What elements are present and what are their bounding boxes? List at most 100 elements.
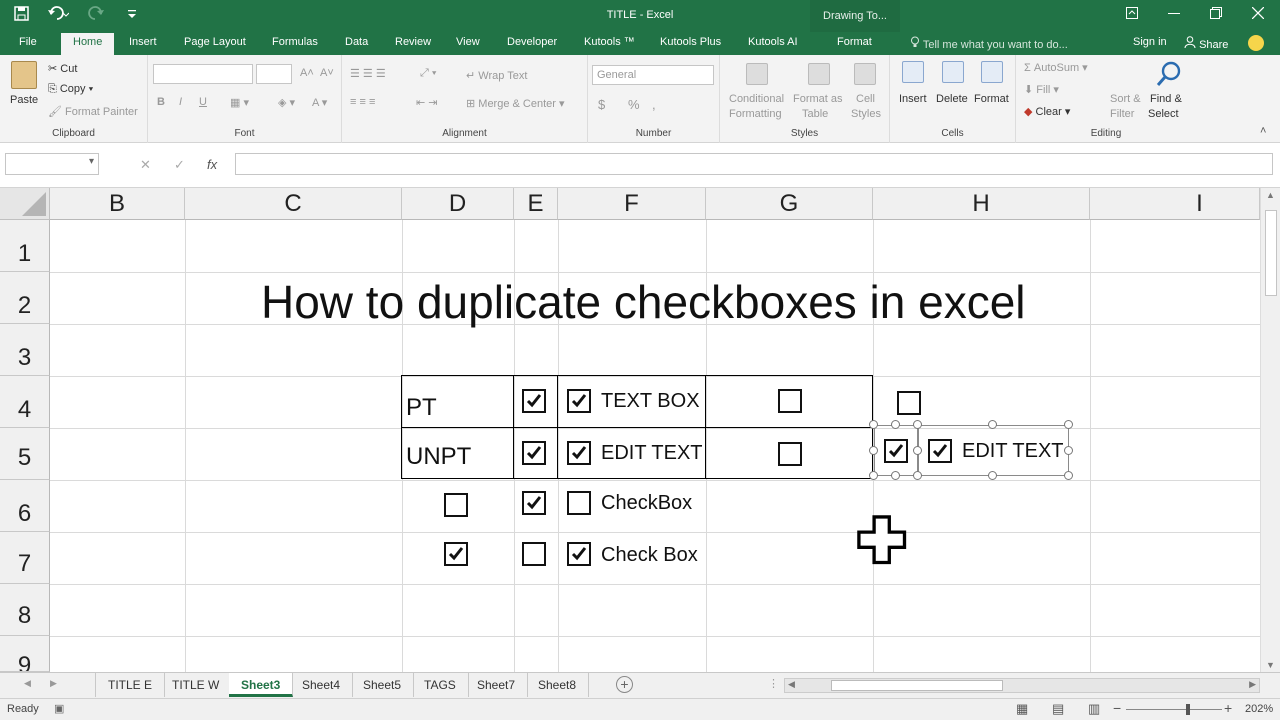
collapse-ribbon-icon[interactable]: ˄ <box>1260 125 1266 137</box>
prev-sheet-icon[interactable]: ◀ <box>24 678 31 689</box>
resize-handle[interactable] <box>913 420 922 429</box>
feedback-smiley-icon[interactable] <box>1248 35 1264 51</box>
sheet-tab-sheet5[interactable]: Sheet5 <box>351 673 415 697</box>
conditional-formatting-button[interactable]: Conditional <box>729 93 784 105</box>
row-header-2[interactable]: 2 <box>0 272 50 324</box>
percent-button[interactable]: % <box>628 97 640 112</box>
select-all-corner[interactable] <box>0 188 50 220</box>
tab-format[interactable]: Format <box>837 36 872 48</box>
paste-icon[interactable] <box>11 61 37 89</box>
autosum-button[interactable]: Σ AutoSum ▾ <box>1024 61 1088 74</box>
column-header-f[interactable]: F <box>558 188 706 220</box>
scroll-up-icon[interactable]: ▲ <box>1266 190 1275 200</box>
checkbox-d7[interactable] <box>444 542 468 566</box>
zoom-out-icon[interactable]: − <box>1113 700 1121 716</box>
sheet-tab-sheet8[interactable]: Sheet8 <box>526 673 590 697</box>
macro-record-icon[interactable]: ▣ <box>54 702 64 715</box>
find-select-button[interactable]: Find & <box>1150 93 1182 105</box>
insert-button[interactable]: Insert <box>899 93 927 105</box>
align-top-icon[interactable]: ☰ ☰ ☰ <box>350 67 386 80</box>
resize-handle[interactable] <box>1064 420 1073 429</box>
column-header-c[interactable]: C <box>185 188 402 220</box>
minimize-icon[interactable] <box>1168 7 1180 22</box>
borders-icon[interactable]: ▦ ▾ <box>230 96 249 109</box>
column-header-h[interactable]: H <box>873 188 1090 220</box>
checkbox-f4[interactable] <box>567 389 591 413</box>
name-box-dropdown-icon[interactable]: ▾ <box>89 156 94 167</box>
tell-me-search[interactable]: Tell me what you want to do... <box>910 36 1068 51</box>
resize-handle[interactable] <box>869 471 878 480</box>
next-sheet-icon[interactable]: ▶ <box>50 678 57 689</box>
fill-button[interactable]: ⬇ Fill ▾ <box>1024 83 1059 96</box>
shrink-font-icon[interactable]: A˅ <box>320 67 334 79</box>
bold-button[interactable]: B <box>157 96 165 108</box>
tab-split-handle-icon[interactable]: ⋮ <box>768 677 779 690</box>
normal-view-icon[interactable]: ▦ <box>1016 701 1028 717</box>
grow-font-icon[interactable]: A˄ <box>300 67 314 79</box>
italic-button[interactable]: I <box>179 96 182 108</box>
tab-kutools[interactable]: Kutools ™ <box>584 36 635 48</box>
checkbox-g5[interactable] <box>778 442 802 466</box>
zoom-slider-thumb[interactable] <box>1186 704 1190 715</box>
paste-button[interactable]: Paste <box>10 94 38 106</box>
enter-formula-icon[interactable]: ✓ <box>174 157 185 173</box>
close-icon[interactable] <box>1251 6 1265 22</box>
fill-color-icon[interactable]: ◈ ▾ <box>278 96 295 109</box>
page-layout-view-icon[interactable]: ▤ <box>1052 701 1064 717</box>
resize-handle[interactable] <box>988 420 997 429</box>
tab-developer[interactable]: Developer <box>507 36 557 48</box>
checkbox-f6[interactable] <box>567 491 591 515</box>
page-break-view-icon[interactable]: ▥ <box>1088 701 1100 717</box>
sheet-tab-sheet7[interactable]: Sheet7 <box>465 673 529 697</box>
resize-handle[interactable] <box>891 420 900 429</box>
tab-data[interactable]: Data <box>345 36 368 48</box>
column-header-d[interactable]: D <box>402 188 514 220</box>
cell-styles-button[interactable]: Cell <box>856 93 875 105</box>
tab-formulas[interactable]: Formulas <box>272 36 318 48</box>
sheet-tab-tags[interactable]: TAGS <box>412 673 469 697</box>
resize-handle[interactable] <box>891 471 900 480</box>
resize-handle[interactable] <box>869 420 878 429</box>
tab-file[interactable]: File <box>19 36 37 48</box>
add-sheet-icon[interactable]: + <box>616 676 633 693</box>
checkbox-h4[interactable] <box>897 391 921 415</box>
horizontal-scroll-thumb[interactable] <box>831 680 1003 691</box>
scroll-right-icon[interactable]: ▶ <box>1249 679 1256 690</box>
restore-icon[interactable] <box>1210 7 1222 22</box>
column-header-b[interactable]: B <box>50 188 185 220</box>
resize-handle[interactable] <box>913 446 922 455</box>
orientation-icon[interactable]: ⤢ ▾ <box>420 67 436 80</box>
wrap-text-button[interactable]: ↵ Wrap Text <box>466 69 527 82</box>
checkbox-f5[interactable] <box>567 441 591 465</box>
tab-kutools-ai[interactable]: Kutools AI <box>748 36 798 48</box>
vertical-scrollbar[interactable]: ▲ ▼ <box>1260 188 1280 672</box>
checkbox-e4[interactable] <box>522 389 546 413</box>
row-header-6[interactable]: 6 <box>0 480 50 532</box>
sheet-tab-sheet3[interactable]: Sheet3 <box>229 673 294 697</box>
row-header-1[interactable]: 1 <box>0 220 50 272</box>
row-header-4[interactable]: 4 <box>0 376 50 428</box>
checkbox-e6[interactable] <box>522 491 546 515</box>
row-header-9[interactable]: 9 <box>0 636 50 672</box>
copy-button[interactable]: ⎘ Copy ▾ <box>48 83 93 96</box>
merge-center-button[interactable]: ⊞ Merge & Center ▾ <box>466 97 565 110</box>
tab-view[interactable]: View <box>456 36 480 48</box>
font-color-icon[interactable]: A ▾ <box>312 96 327 109</box>
delete-button[interactable]: Delete <box>936 93 968 105</box>
resize-handle[interactable] <box>913 471 922 480</box>
column-header-e[interactable]: E <box>514 188 558 220</box>
tab-page-layout[interactable]: Page Layout <box>184 36 246 48</box>
checkbox-e5[interactable] <box>522 441 546 465</box>
resize-handle[interactable] <box>869 446 878 455</box>
insert-function-icon[interactable]: fx <box>207 157 217 172</box>
zoom-slider-track[interactable] <box>1126 709 1222 710</box>
row-header-7[interactable]: 7 <box>0 532 50 584</box>
name-box[interactable]: ▾ <box>5 153 99 175</box>
clear-button[interactable]: ◆ Clear ▾ <box>1024 105 1070 118</box>
sheet-tab-title-e[interactable]: TITLE E <box>95 673 166 697</box>
tab-review[interactable]: Review <box>395 36 431 48</box>
selected-checkbox-a[interactable] <box>884 439 908 463</box>
column-header-g[interactable]: G <box>706 188 873 220</box>
format-button[interactable]: Format <box>974 93 1009 105</box>
checkbox-g4[interactable] <box>778 389 802 413</box>
